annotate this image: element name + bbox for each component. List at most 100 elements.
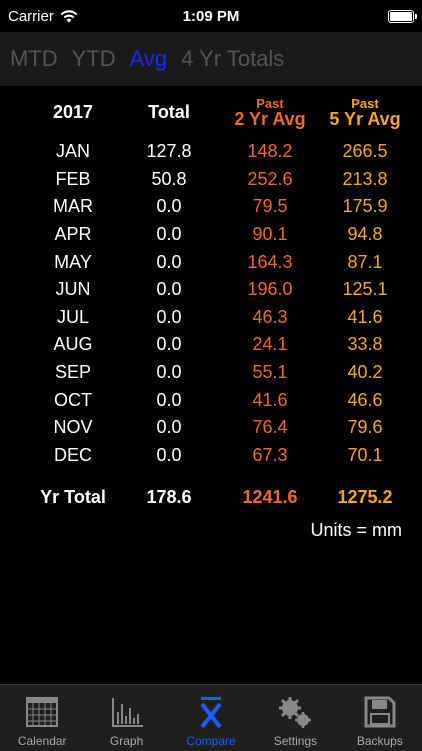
- calendar-icon: [26, 697, 59, 727]
- five-yr-avg-label: 5 Yr Avg: [329, 108, 401, 129]
- two-yr-avg-label: 2 Yr Avg: [234, 108, 306, 129]
- month-cell: MAY: [54, 251, 92, 272]
- tab-graph-label: Graph: [109, 734, 144, 748]
- five-yr-avg-cell: 87.1: [347, 251, 383, 272]
- five-yr-avg-cell: 125.1: [342, 279, 388, 300]
- total-cell: 0.0: [156, 444, 182, 465]
- tab-settings[interactable]: Settings: [253, 685, 337, 751]
- month-cell: OCT: [54, 389, 92, 410]
- bar-graph-icon: [111, 698, 143, 727]
- two-yr-avg-cell: 252.6: [247, 168, 293, 189]
- total-cell: 50.8: [151, 168, 187, 189]
- two-yr-avg-cell: 46.3: [252, 306, 288, 327]
- two-yr-avg-cell: 164.3: [247, 251, 293, 272]
- month-cell: SEP: [54, 362, 92, 383]
- two-yr-avg-cell: 24.1: [252, 334, 288, 355]
- total-header: Total: [148, 101, 190, 122]
- table-row: JAN 127.8 148.2 266.5: [0, 138, 422, 166]
- five-yr-avg-cell: 79.6: [347, 417, 383, 438]
- month-cell: JUN: [55, 279, 91, 300]
- month-cell: JAN: [55, 141, 90, 162]
- month-cell: NOV: [53, 417, 93, 438]
- table-row: JUL 0.0 46.3 41.6: [0, 304, 422, 332]
- yr-total-5yr: 1275.2: [337, 486, 393, 507]
- month-cell: JUL: [56, 306, 89, 327]
- tab-settings-label: Settings: [273, 734, 318, 748]
- two-yr-avg-cell: 79.5: [252, 196, 288, 217]
- total-cell: 0.0: [156, 334, 182, 355]
- battery-icon: [388, 9, 417, 23]
- month-rows: JAN 127.8 148.2 266.5 FEB 50.8 252.6 213.8 MAR 0.…: [0, 138, 422, 469]
- total-cell: 0.0: [156, 196, 182, 217]
- yr-total-row: Yr Total 178.6 1241.6 1275.2: [0, 479, 422, 515]
- month-cell: MAR: [53, 196, 93, 217]
- two-yr-avg-cell: 76.4: [252, 417, 288, 438]
- status-time: 1:09 PM: [182, 7, 240, 25]
- five-yr-avg-cell: 46.6: [347, 389, 383, 410]
- total-cell: 0.0: [156, 389, 182, 410]
- five-yr-avg-cell: 175.9: [342, 196, 388, 217]
- compare-table: 2017 Total Past 2 Yr Avg Past 5 Yr Avg J…: [0, 92, 422, 515]
- two-yr-avg-header: Past 2 Yr Avg: [224, 97, 316, 128]
- five-yr-avg-cell: 70.1: [347, 444, 383, 465]
- tab-backups[interactable]: Backups: [338, 685, 422, 751]
- five-yr-avg-cell: 266.5: [342, 141, 388, 162]
- five-yr-avg-header: Past 5 Yr Avg: [316, 97, 414, 128]
- table-row: MAY 0.0 164.3 87.1: [0, 248, 422, 276]
- total-cell: 0.0: [156, 306, 182, 327]
- two-yr-avg-cell: 90.1: [252, 224, 288, 245]
- table-row: JUN 0.0 196.0 125.1: [0, 276, 422, 304]
- five-yr-avg-cell: 41.6: [347, 306, 383, 327]
- five-yr-avg-cell: 40.2: [347, 362, 383, 383]
- tab-compare[interactable]: Compare: [169, 685, 253, 751]
- segment-4yr-totals[interactable]: 4 Yr Totals: [181, 46, 284, 72]
- five-yr-avg-cell: 94.8: [347, 224, 383, 245]
- table-row: DEC 0.0 67.3 70.1: [0, 442, 422, 470]
- two-yr-avg-cell: 148.2: [247, 141, 293, 162]
- table-row: APR 0.0 90.1 94.8: [0, 221, 422, 249]
- tab-graph[interactable]: Graph: [84, 685, 168, 751]
- tab-calendar[interactable]: Calendar: [0, 685, 84, 751]
- month-cell: FEB: [55, 168, 91, 189]
- total-cell: 0.0: [156, 362, 182, 383]
- five-yr-avg-cell: 33.8: [347, 334, 383, 355]
- table-row: MAR 0.0 79.5 175.9: [0, 193, 422, 221]
- total-cell: 0.0: [156, 279, 182, 300]
- month-cell: AUG: [53, 334, 93, 355]
- year-header: 2017: [52, 101, 94, 122]
- status-bar: Carrier 1:09 PM: [0, 0, 422, 32]
- tab-bar: Calendar Graph Compare Settings Backups: [0, 684, 422, 751]
- yr-total-value: 178.6: [146, 486, 192, 507]
- two-yr-avg-cell: 55.1: [252, 362, 288, 383]
- total-cell: 127.8: [146, 141, 192, 162]
- segment-avg[interactable]: Avg: [130, 46, 168, 72]
- yr-total-2yr: 1241.6: [242, 486, 298, 507]
- floppy-disk-icon: [364, 696, 396, 728]
- table-row: OCT 0.0 41.6 46.6: [0, 386, 422, 414]
- two-yr-avg-cell: 196.0: [247, 279, 293, 300]
- table-row: NOV 0.0 76.4 79.6: [0, 414, 422, 442]
- month-cell: APR: [54, 224, 92, 245]
- x-bar-icon: [200, 697, 222, 729]
- tab-calendar-label: Calendar: [17, 734, 67, 748]
- table-row: SEP 0.0 55.1 40.2: [0, 359, 422, 387]
- tab-compare-label: Compare: [186, 734, 236, 748]
- gears-icon: [279, 697, 312, 728]
- table-header: 2017 Total Past 2 Yr Avg Past 5 Yr Avg: [0, 92, 422, 132]
- segment-ytd[interactable]: YTD: [72, 46, 116, 72]
- battery-fill: [390, 11, 412, 21]
- five-yr-avg-cell: 213.8: [342, 168, 388, 189]
- two-yr-avg-cell: 41.6: [252, 389, 288, 410]
- tab-backups-label: Backups: [356, 734, 403, 748]
- table-row: FEB 50.8 252.6 213.8: [0, 166, 422, 194]
- table-row: AUG 0.0 24.1 33.8: [0, 331, 422, 359]
- total-cell: 0.0: [156, 417, 182, 438]
- view-segment-bar: MTD YTD Avg 4 Yr Totals: [0, 32, 422, 86]
- total-cell: 0.0: [156, 224, 182, 245]
- yr-total-label: Yr Total: [40, 486, 106, 507]
- month-cell: DEC: [53, 444, 92, 465]
- two-yr-avg-cell: 67.3: [252, 444, 288, 465]
- total-cell: 0.0: [156, 251, 182, 272]
- segment-mtd[interactable]: MTD: [10, 46, 58, 72]
- units-label: Units = mm: [310, 520, 402, 540]
